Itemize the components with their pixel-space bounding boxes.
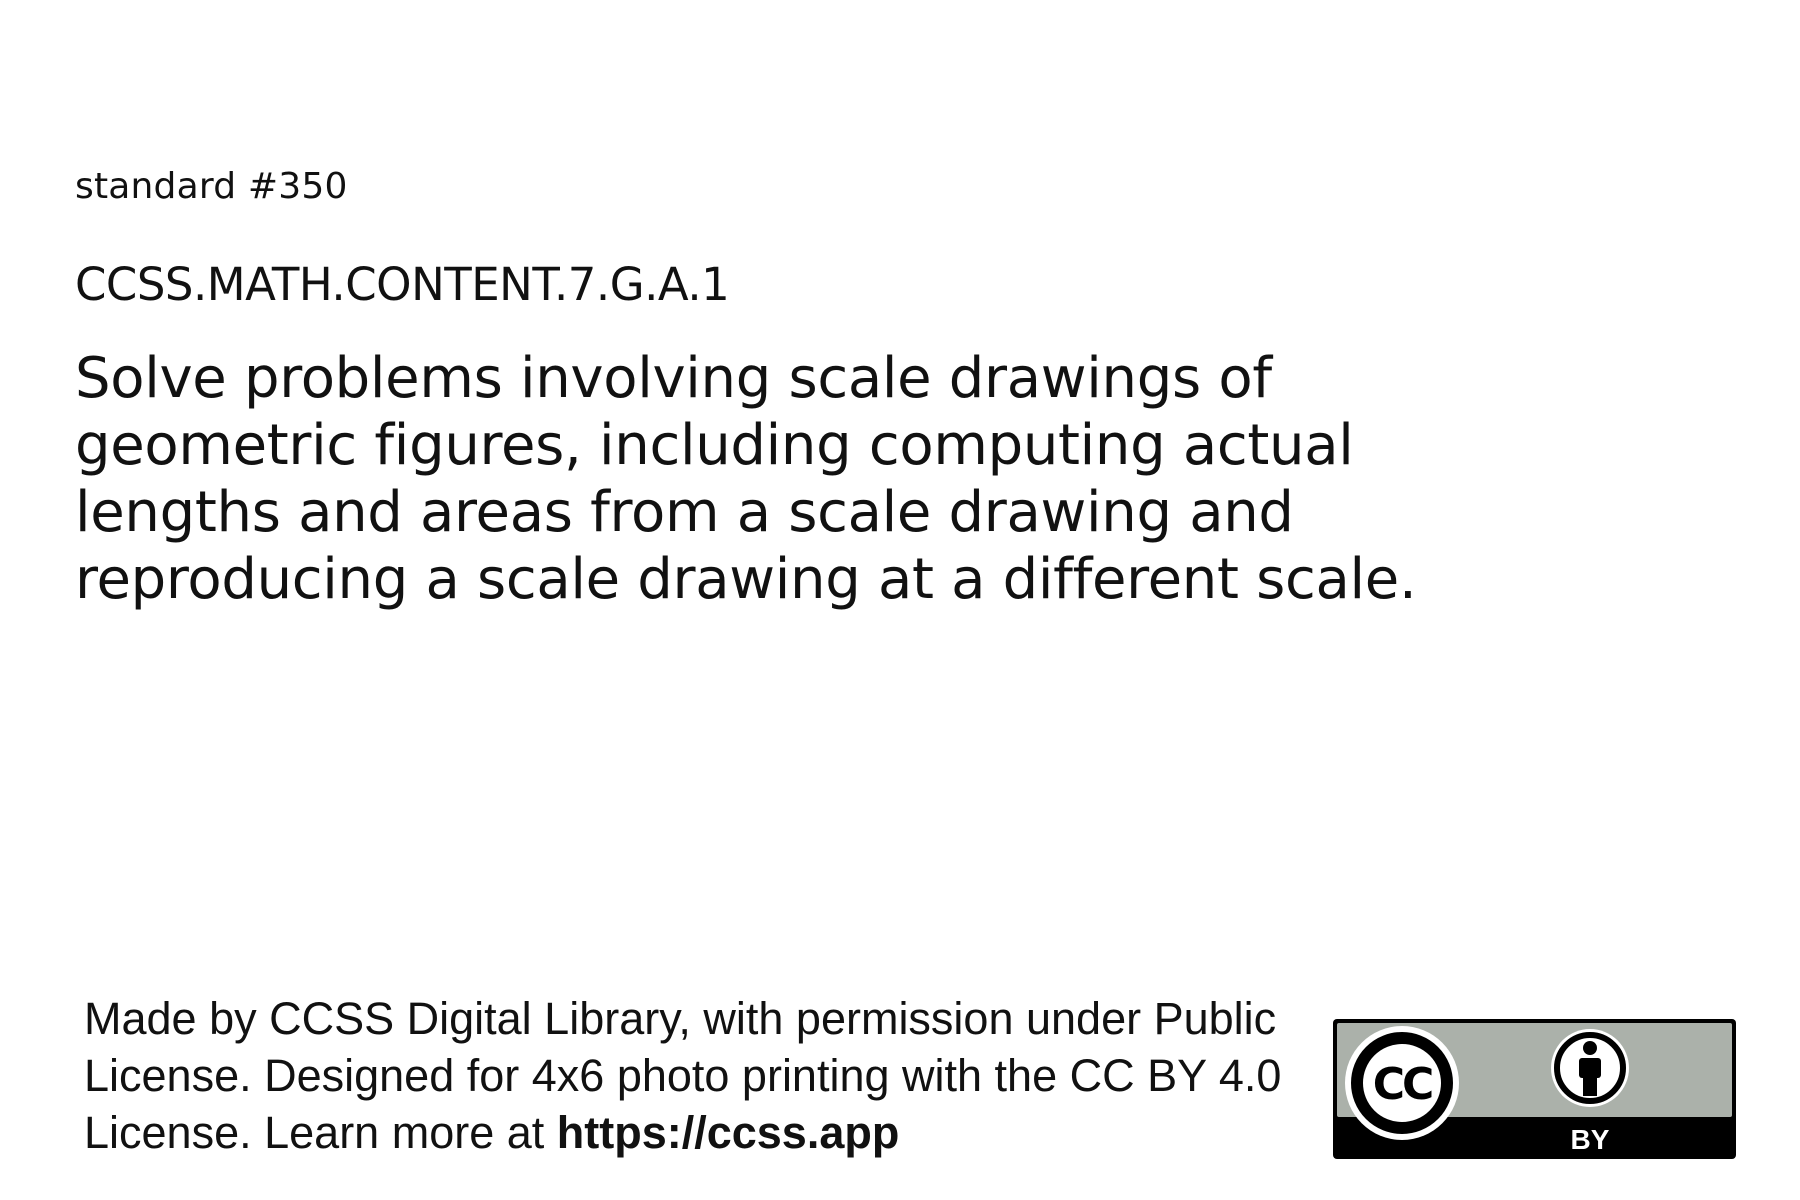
attribution-person-icon [1551, 1029, 1629, 1107]
standard-code: CCSS.MATH.CONTENT.7.G.A.1 [75, 258, 730, 311]
standard-card: standard #350 CCSS.MATH.CONTENT.7.G.A.1 … [0, 0, 1800, 1200]
standard-number: standard #350 [75, 166, 348, 207]
attribution-text: Made by CCSS Digital Library, with permi… [84, 990, 1314, 1161]
cc-icon: CC [1345, 1026, 1459, 1140]
ccss-app-link[interactable]: https://ccss.app [557, 1107, 900, 1158]
cc-by-license-badge: CC BY [1333, 1019, 1736, 1159]
standard-description: Solve problems involving scale drawings … [75, 346, 1417, 612]
by-label: BY [1571, 1124, 1610, 1155]
cc-label: CC [1373, 1059, 1432, 1110]
